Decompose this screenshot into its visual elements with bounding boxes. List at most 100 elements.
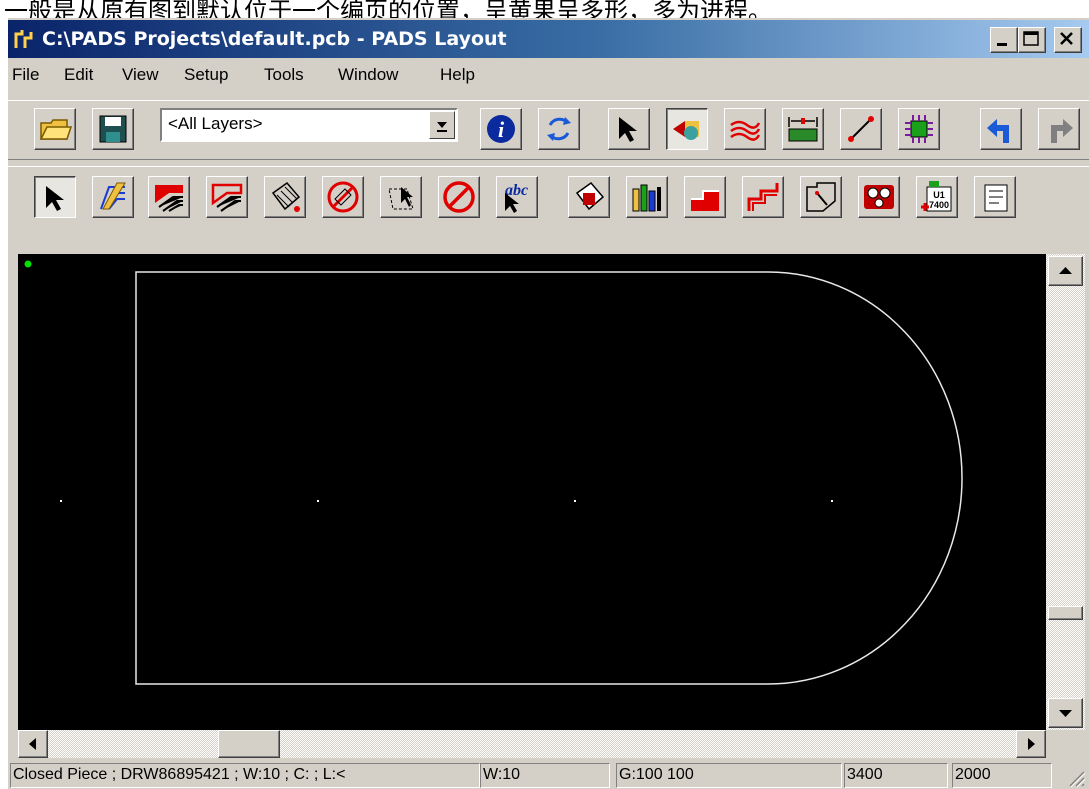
vertical-scroll-thumb[interactable] [1048,606,1083,620]
maximize-button[interactable] [1018,27,1046,53]
board-outline-shape [135,271,963,685]
select-button[interactable] [608,108,650,150]
save-button[interactable] [92,108,134,150]
text-button[interactable]: abc [496,176,538,218]
minimize-button[interactable] [990,27,1018,53]
scroll-down-button[interactable] [1048,698,1083,728]
grid-dot [60,500,62,502]
arrow-up-icon [1059,267,1072,274]
layer-dropdown-button[interactable] [429,111,455,139]
copper-cutout-button[interactable] [206,176,248,218]
copper-pour-cutout-icon [327,181,359,213]
redo-icon [1051,119,1073,143]
ecos-toolbar-button[interactable] [724,108,766,150]
copper-icon [155,185,183,212]
menu-view[interactable]: View [122,65,159,85]
scroll-up-button[interactable] [1048,256,1083,286]
background-text-strip: 一般是从原有图到默认位于一个编页的位置，呈黄果呈多形，多为进程。 [0,0,1089,18]
menu-setup[interactable]: Setup [184,65,228,85]
menu-file[interactable]: File [12,65,39,85]
grid-dot [574,500,576,502]
plane-cutout-button[interactable] [742,176,784,218]
copper-pour-cutout-button[interactable] [322,176,364,218]
scroll-left-button[interactable] [18,730,48,758]
horizontal-scroll-thumb[interactable] [218,730,280,758]
keepout-icon [388,187,414,210]
svg-text:7400: 7400 [929,200,949,210]
route-button[interactable] [840,108,882,150]
window-title: C:\PADS Projects\default.pcb - PADS Layo… [42,28,507,50]
keepout-button[interactable] [380,176,422,218]
info-button[interactable]: i [480,108,522,150]
menu-edit[interactable]: Edit [64,65,93,85]
no-keepout-button[interactable] [438,176,480,218]
dimension-toolbar-icon [788,117,818,142]
part-icon: U17400 [921,181,952,212]
vertical-scrollbar[interactable] [1046,254,1085,730]
pcb-canvas[interactable] [18,254,1046,730]
refresh-button[interactable] [538,108,580,150]
minimize-icon [997,43,1007,46]
svg-text:U1: U1 [933,190,945,200]
horizontal-scrollbar[interactable] [18,730,1046,758]
board-outline-button[interactable] [92,176,134,218]
pads-app-icon [14,30,33,48]
part-button[interactable]: U1 7400 [916,176,958,218]
status-grid: G:100 100 [616,763,842,788]
layer-select[interactable]: <All Layers> [160,108,458,142]
scroll-right-button[interactable] [1016,730,1046,758]
arrow-right-icon [1028,738,1035,750]
save-icon [99,115,127,143]
scrollbar-corner [1046,730,1085,758]
undo-button[interactable] [980,108,1022,150]
status-info: Closed Piece ; DRW86895421 ; W:10 ; C: ;… [10,763,480,788]
close-icon [1060,32,1073,45]
ecos-toolbar-icon [730,120,761,141]
bga-button[interactable] [898,108,940,150]
component-button[interactable] [568,176,610,218]
plane-area-icon [691,183,719,211]
menu-help[interactable]: Help [440,65,475,85]
open-button[interactable] [34,108,76,150]
select-icon [619,117,637,142]
background-text: 一般是从原有图到默认位于一个编页的位置，呈黄果呈多形，多为进程。 [4,0,772,18]
field-button[interactable] [974,176,1016,218]
copper-pour-button[interactable] [264,176,306,218]
field-icon [984,184,1008,212]
origin-marker [24,260,32,268]
redo-button[interactable] [1038,108,1080,150]
title-bar: C:\PADS Projects\default.pcb - PADS Layo… [8,20,1089,58]
menu-tools[interactable]: Tools [264,65,304,85]
hatch-button[interactable] [800,176,842,218]
select-mode-icon [46,186,64,211]
copper-cutout-icon [211,183,243,212]
2d-line-button[interactable] [626,176,668,218]
board-outline-icon [100,182,126,210]
component-icon [575,181,605,211]
refresh-icon [547,117,571,141]
pads-layout-window: C:\PADS Projects\default.pcb - PADS Layo… [8,18,1089,789]
close-button[interactable] [1054,27,1082,53]
maximize-icon [1023,31,1039,46]
plane-cutout-icon [747,183,779,211]
copper-button[interactable] [148,176,190,218]
arrow-down-icon [1059,710,1072,717]
select-mode-button[interactable] [34,176,76,218]
dimension-toolbar-button[interactable] [782,108,824,150]
route-icon [848,116,874,142]
status-bar: Closed Piece ; DRW86895421 ; W:10 ; C: ;… [8,760,1089,789]
svg-text:i: i [498,117,505,142]
design-toolbar-button[interactable] [666,108,708,150]
design-toolbar-icon [673,121,699,140]
undo-icon [987,119,1009,143]
resize-grip-icon[interactable] [1066,768,1086,788]
arrow-left-icon [29,738,36,750]
status-x-coordinate: 3400 [844,763,948,788]
terminal-icon [864,185,894,209]
board-outline [24,260,963,685]
plane-area-button[interactable] [684,176,726,218]
grid-dot [831,500,833,502]
terminal-button[interactable] [858,176,900,218]
menu-window[interactable]: Window [338,65,398,85]
open-icon [39,119,73,140]
